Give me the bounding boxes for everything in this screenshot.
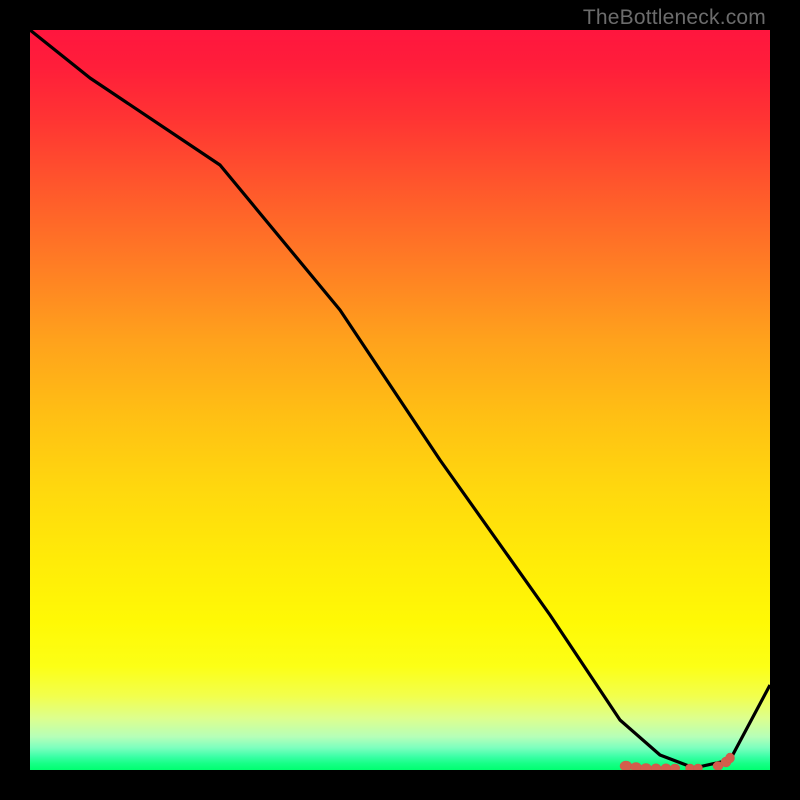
plot-area <box>30 30 770 770</box>
watermark-text: TheBottleneck.com <box>583 6 766 30</box>
bottleneck-curve <box>30 30 770 768</box>
chart-overlay <box>30 30 770 770</box>
chart-frame: TheBottleneck.com <box>0 0 800 800</box>
